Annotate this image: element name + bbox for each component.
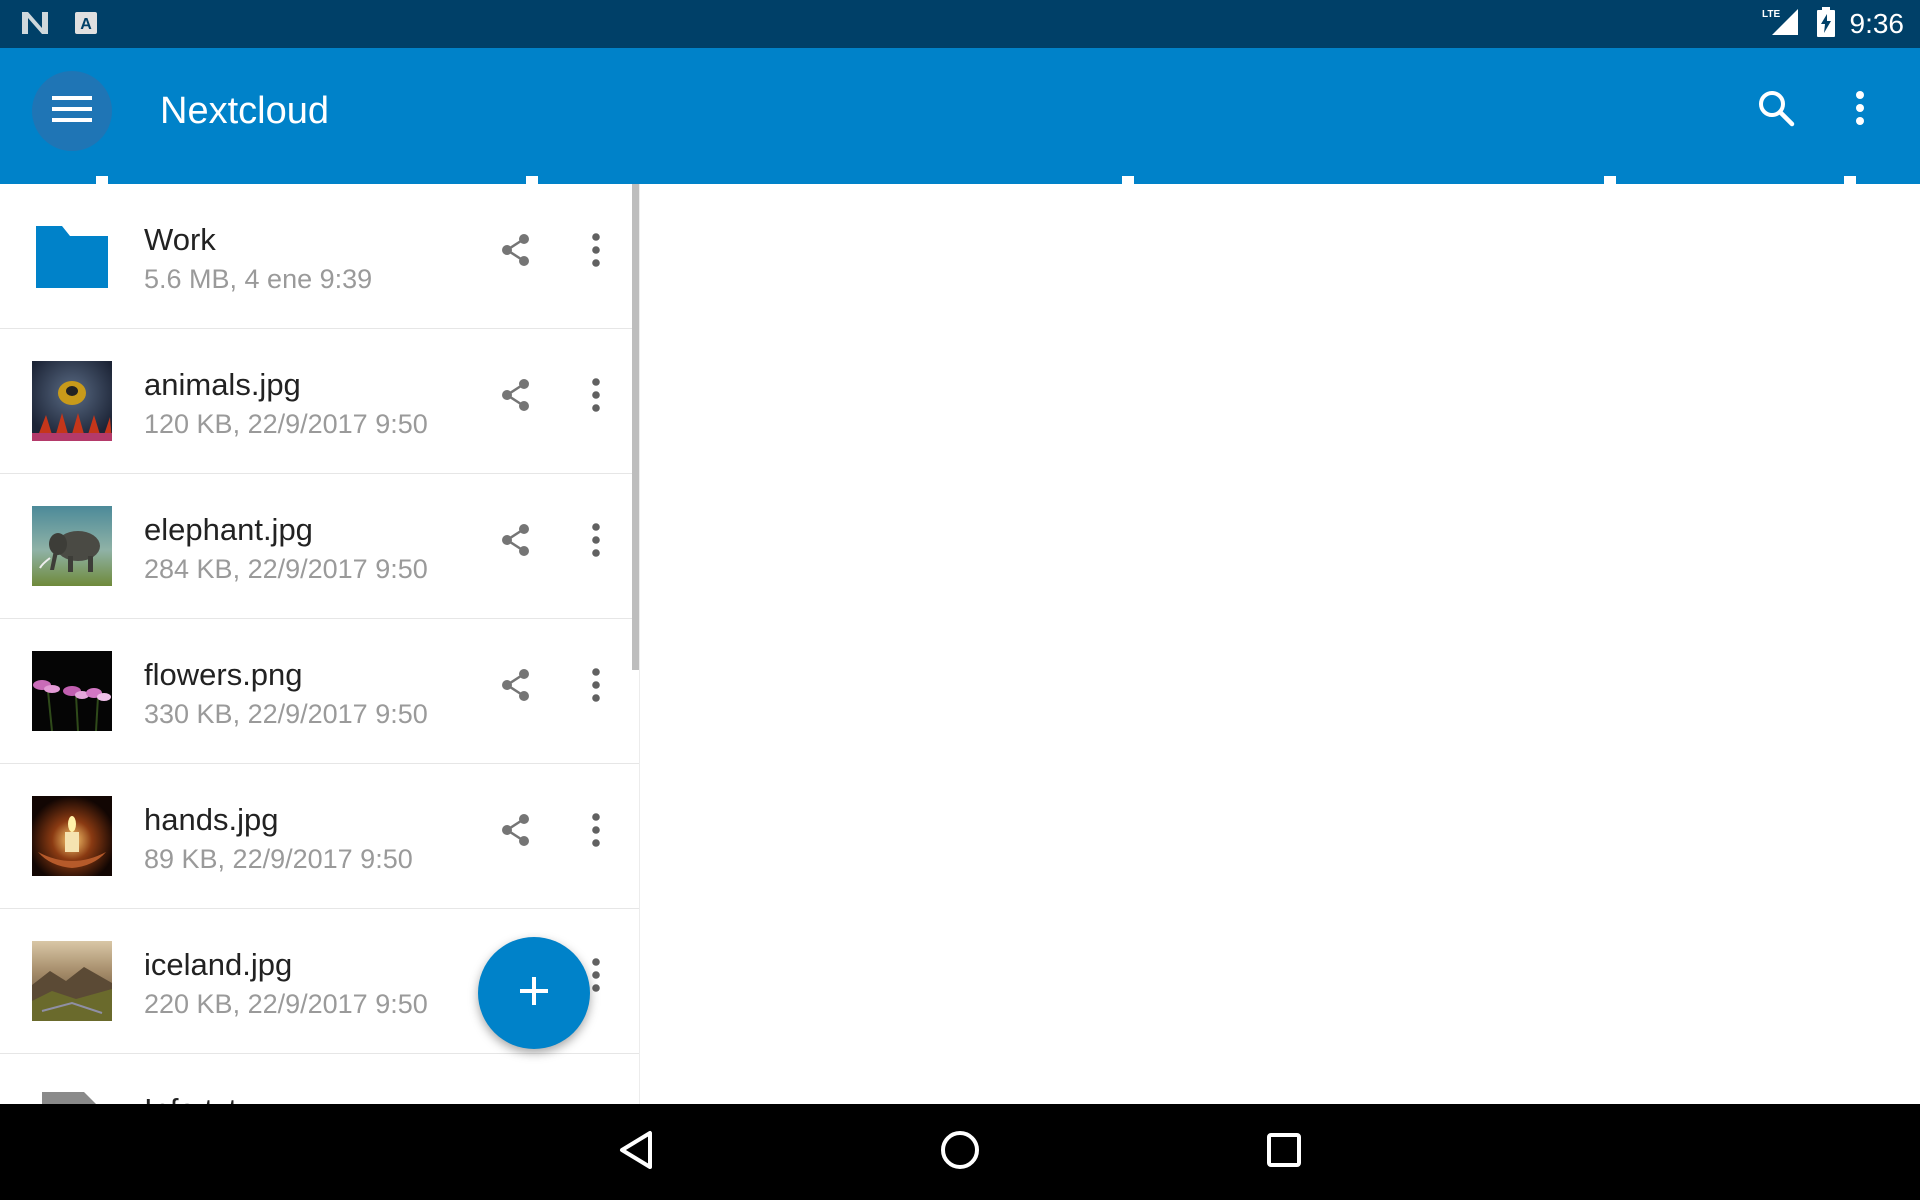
app-bar: Nextcloud xyxy=(0,48,1920,184)
file-meta: 220 KB, 22/9/2017 9:50 xyxy=(144,989,428,1019)
file-name: iceland.jpg xyxy=(144,947,293,982)
hands-thumbnail xyxy=(32,796,112,876)
text-file-icon xyxy=(32,1086,112,1104)
back-icon xyxy=(616,1129,656,1176)
more-vert-icon xyxy=(591,377,601,417)
appbar-tick xyxy=(526,176,538,184)
file-meta: 5.6 MB, 4 ene 9:39 xyxy=(144,264,373,294)
file-row-flowers[interactable]: flowers.png 330 KB, 22/9/2017 9:50 xyxy=(0,619,640,764)
share-button[interactable] xyxy=(496,232,536,272)
more-vert-icon xyxy=(1854,90,1866,131)
home-button[interactable] xyxy=(932,1124,988,1180)
share-icon xyxy=(501,813,531,851)
svg-text:A: A xyxy=(80,16,92,33)
share-button[interactable] xyxy=(496,667,536,707)
file-row-animals[interactable]: animals.jpg 120 KB, 22/9/2017 9:50 xyxy=(0,329,640,474)
file-row-hands[interactable]: hands.jpg 89 KB, 22/9/2017 9:50 xyxy=(0,764,640,909)
file-meta: 284 KB, 22/9/2017 9:50 xyxy=(144,554,428,584)
file-name: Info.txt xyxy=(144,1092,237,1104)
more-vert-icon xyxy=(591,812,601,852)
animals-thumbnail xyxy=(32,361,112,441)
a-notification-icon: A xyxy=(74,11,98,40)
elephant-thumbnail xyxy=(32,506,112,586)
more-vert-icon xyxy=(591,667,601,707)
flowers-thumbnail xyxy=(32,651,112,731)
appbar-tick xyxy=(1844,176,1856,184)
list-scrollbar[interactable] xyxy=(632,184,639,670)
iceland-thumbnail xyxy=(32,941,112,1021)
more-vert-icon xyxy=(591,232,601,272)
search-icon xyxy=(1757,89,1795,132)
app-title: Nextcloud xyxy=(160,90,329,132)
file-row-work[interactable]: Work 5.6 MB, 4 ene 9:39 xyxy=(0,184,640,329)
file-name: hands.jpg xyxy=(144,802,279,837)
status-bar: A LTE 9:36 xyxy=(0,0,1920,48)
appbar-tick xyxy=(1122,176,1134,184)
file-more-button[interactable] xyxy=(576,522,616,562)
share-button[interactable] xyxy=(496,377,536,417)
appbar-tick xyxy=(1604,176,1616,184)
status-left-icons: A xyxy=(20,10,98,41)
plus-icon xyxy=(519,976,549,1011)
file-more-button[interactable] xyxy=(576,377,616,417)
file-name: Work xyxy=(144,222,216,257)
status-time: 9:36 xyxy=(1849,8,1905,39)
home-icon xyxy=(938,1128,982,1177)
file-meta: 330 KB, 22/9/2017 9:50 xyxy=(144,699,428,729)
pane-divider xyxy=(639,184,640,1104)
more-vert-icon xyxy=(591,957,601,997)
battery-charging-icon xyxy=(1816,6,1836,42)
search-button[interactable] xyxy=(1752,86,1800,134)
share-icon xyxy=(501,378,531,416)
file-name: elephant.jpg xyxy=(144,512,313,547)
file-meta: 120 KB, 22/9/2017 9:50 xyxy=(144,409,428,439)
file-row-elephant[interactable]: elephant.jpg 284 KB, 22/9/2017 9:50 xyxy=(0,474,640,619)
share-icon xyxy=(501,668,531,706)
signal-icon: LTE xyxy=(1762,7,1802,42)
status-right-icons: LTE 9:36 xyxy=(1762,6,1905,42)
file-meta: 89 KB, 22/9/2017 9:50 xyxy=(144,844,413,874)
file-more-button[interactable] xyxy=(576,812,616,852)
file-more-button[interactable] xyxy=(576,667,616,707)
navigation-bar xyxy=(0,1104,1920,1200)
appbar-tick xyxy=(96,176,108,184)
share-button[interactable] xyxy=(496,522,536,562)
add-fab-button[interactable] xyxy=(478,937,590,1049)
file-name: flowers.png xyxy=(144,657,303,692)
file-name: animals.jpg xyxy=(144,367,301,402)
recents-icon xyxy=(1264,1130,1304,1175)
overflow-menu-button[interactable] xyxy=(1836,86,1884,134)
menu-icon xyxy=(52,94,92,129)
back-button[interactable] xyxy=(608,1124,664,1180)
folder-icon xyxy=(32,216,112,296)
recents-button[interactable] xyxy=(1256,1124,1312,1180)
menu-button[interactable] xyxy=(32,71,112,151)
share-icon xyxy=(501,233,531,271)
more-vert-icon xyxy=(591,522,601,562)
share-button[interactable] xyxy=(496,812,536,852)
file-row-info[interactable]: Info.txt xyxy=(0,1054,640,1104)
n-icon xyxy=(20,10,50,41)
network-label: LTE xyxy=(1762,9,1780,20)
file-more-button[interactable] xyxy=(576,232,616,272)
share-icon xyxy=(501,523,531,561)
